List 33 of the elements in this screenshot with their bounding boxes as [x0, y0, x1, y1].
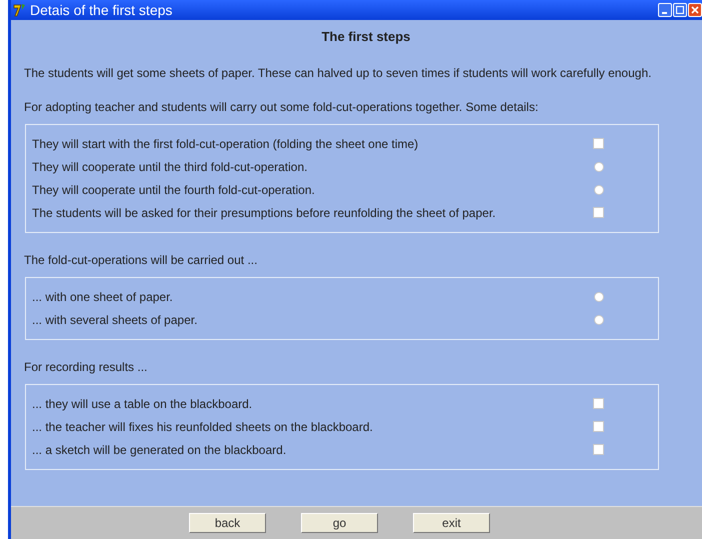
close-icon: [691, 6, 699, 14]
radio-button[interactable]: [594, 184, 604, 194]
maximize-icon: [676, 6, 684, 14]
option-label: They will start with the first fold-cut-operation (folding the sheet one time): [32, 136, 420, 150]
checkbox[interactable]: [593, 421, 604, 432]
checkbox[interactable]: [593, 444, 604, 455]
option-label: The students will be asked for their presumptions before reunfolding the sheet of paper.: [32, 206, 497, 220]
group-label: The fold-cut-operations will be carried out ...: [24, 253, 258, 267]
action-button[interactable]: go: [301, 513, 378, 533]
option-label: ... with several sheets of paper.: [32, 312, 198, 326]
maximize-button[interactable]: [673, 3, 687, 17]
page-heading: The first steps: [320, 29, 412, 44]
radio-button[interactable]: [594, 162, 604, 172]
checkbox[interactable]: [593, 207, 604, 218]
radio-button[interactable]: [594, 314, 604, 324]
action-button[interactable]: exit: [413, 513, 490, 533]
option-label: ... a sketch will be generated on the blackboard.: [32, 442, 288, 456]
option-label: ... the teacher will fixes his reunfolded sheets on the blackboard.: [32, 420, 374, 434]
option-label: ... with one sheet of paper.: [32, 290, 174, 304]
close-button[interactable]: [688, 3, 702, 17]
app-icon: [13, 3, 27, 17]
option-label: They will cooperate until the fourth fold-cut-operation.: [32, 182, 316, 196]
action-button[interactable]: back: [189, 513, 266, 533]
group-label: For adopting teacher and students will carry out some fold-cut-operations together. Some details:: [24, 100, 540, 114]
option-label: ... they will use a table on the blackboard.: [32, 396, 254, 410]
window-title: Detais of the first steps: [30, 2, 172, 18]
option-label: They will cooperate until the third fold-cut-operation.: [32, 160, 308, 174]
checkbox[interactable]: [593, 398, 604, 409]
intro-text: The students will get some sheets of paper. These can halved up to seven times if students will work carefully enough.: [24, 66, 652, 80]
group-label: For recording results ...: [24, 360, 148, 374]
minimize-button[interactable]: [658, 3, 672, 17]
checkbox[interactable]: [593, 138, 604, 149]
radio-button[interactable]: [594, 292, 604, 302]
